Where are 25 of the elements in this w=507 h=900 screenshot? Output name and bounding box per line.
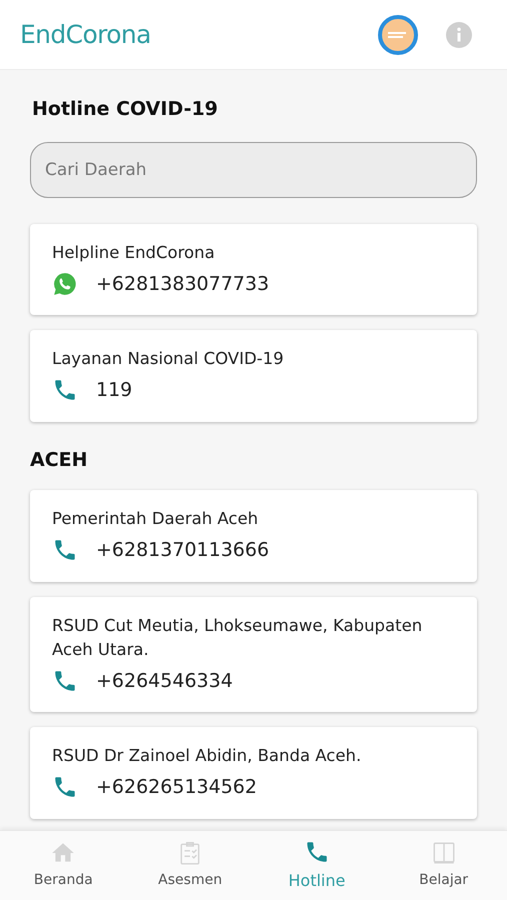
whatsapp-icon <box>52 270 78 297</box>
hotline-name: Pemerintah Daerah Aceh <box>52 508 260 530</box>
phone-number[interactable]: +6281383077733 <box>96 270 270 298</box>
hotline-name: RSUD Dr Zainoel Abidin, Banda Aceh. <box>52 745 362 767</box>
search-field[interactable]: Cari Daerah <box>30 142 477 198</box>
hotline-name: Layanan Nasional COVID-19 <box>52 348 285 370</box>
hotline-card[interactable]: RSUD Dr Zainoel Abidin, Banda Aceh. +626265134562 <box>30 727 477 818</box>
hotline-card[interactable]: Layanan Nasional COVID-19 119 <box>30 330 477 422</box>
nav-tab[interactable]: Beranda <box>0 831 127 900</box>
region-heading: ACEH <box>30 448 89 472</box>
phone-number[interactable]: +6264546334 <box>96 666 233 695</box>
nav-tab[interactable]: Belajar <box>380 831 507 900</box>
hotline-card[interactable]: Helpline EndCorona +6281383077733 <box>30 224 477 315</box>
avatar-icon[interactable] <box>378 14 418 54</box>
hotline-name: Helpline EndCorona <box>52 242 216 264</box>
page-title: Hotline COVID-19 <box>32 97 219 122</box>
phone-number[interactable]: +626265134562 <box>96 773 257 802</box>
hotline-card[interactable]: Pemerintah Daerah Aceh +6281370113666 <box>30 490 477 582</box>
hotline-name: RSUD Cut Meutia, Lhokseumawe, Kabupaten Aceh Utara. <box>52 614 424 660</box>
phone-number[interactable]: +6281370113666 <box>96 536 270 564</box>
book-icon <box>430 840 457 866</box>
nav-tab[interactable]: Asesmen <box>126 831 254 900</box>
app-logo: EndCorona <box>20 18 151 51</box>
hotline-card[interactable]: RSUD Cut Meutia, Lhokseumawe, Kabupaten Aceh Utara. +6264546334 <box>30 596 477 712</box>
phone-number[interactable]: 119 <box>96 376 132 404</box>
